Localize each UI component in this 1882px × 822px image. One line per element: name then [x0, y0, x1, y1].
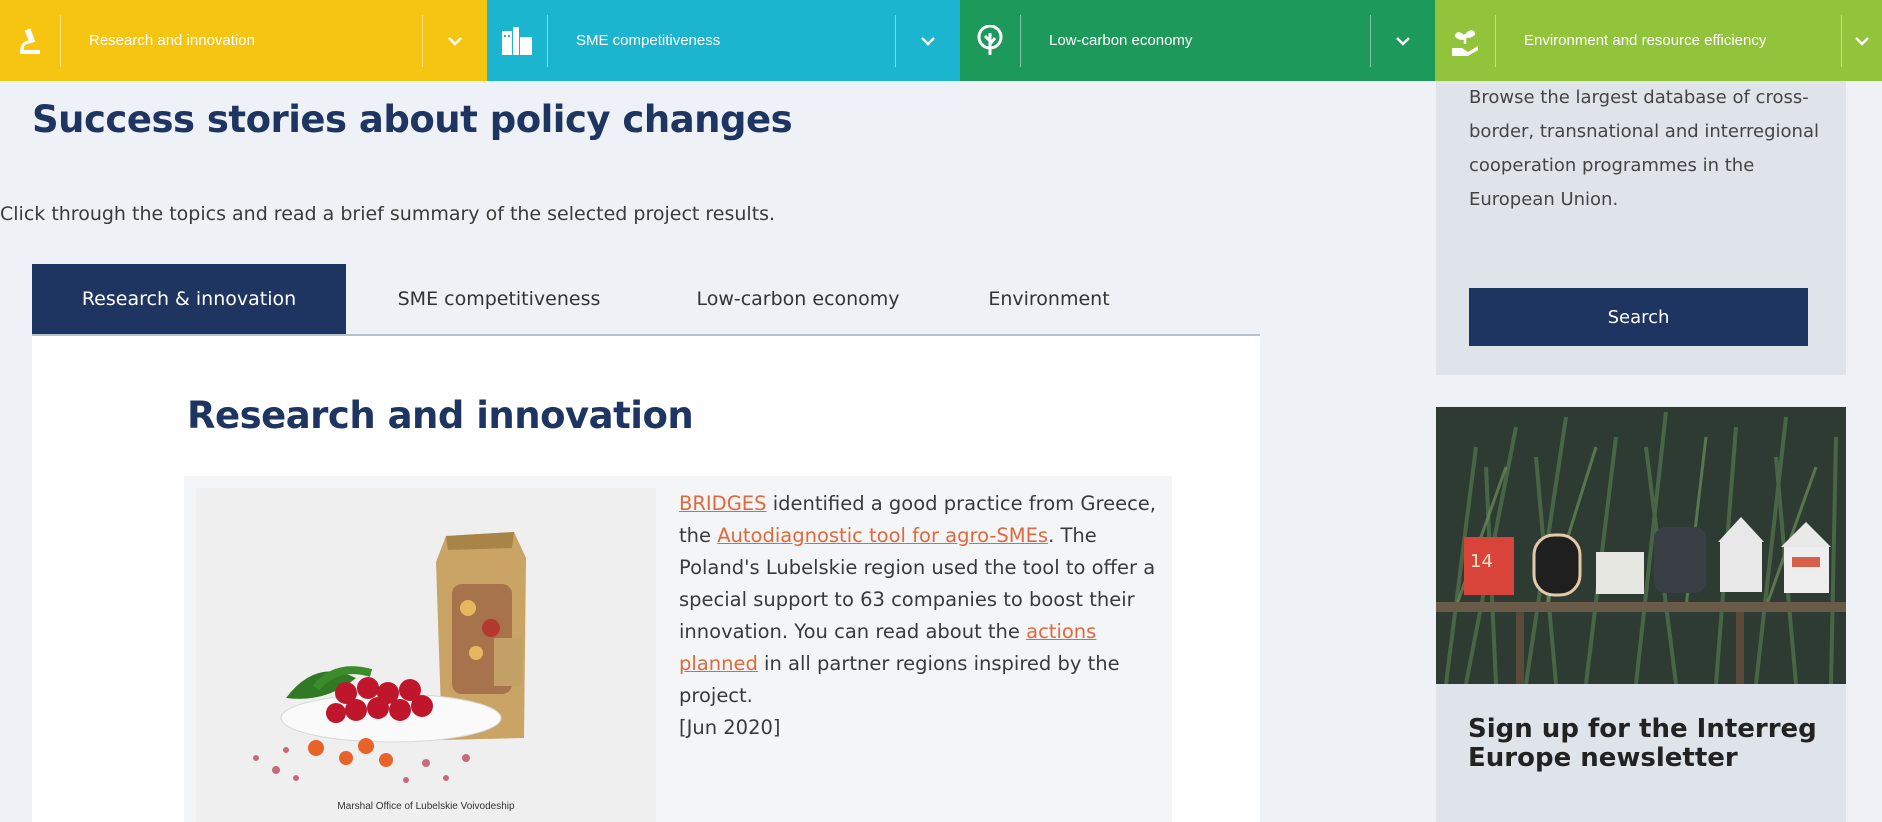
image-caption: Marshal Office of Lubelskie Voivodeship [337, 801, 515, 812]
nav-item-research[interactable]: Research and innovation [0, 0, 487, 81]
microscope-icon [0, 0, 60, 81]
search-button[interactable]: Search [1469, 288, 1808, 346]
story-text: BRIDGES identified a good practice from … [679, 488, 1159, 744]
mailboxes-image: 14 [1436, 407, 1846, 684]
tab-low-carbon-economy[interactable]: Low-carbon economy [652, 264, 944, 334]
topic-tabs: Research & innovation SME competitivenes… [32, 264, 1260, 336]
nav-label: SME competitiveness [576, 32, 721, 49]
chevron-down-icon[interactable] [896, 0, 960, 81]
buildings-icon [487, 0, 547, 81]
chevron-down-icon[interactable] [423, 0, 487, 81]
tab-environment[interactable]: Environment [944, 264, 1154, 334]
programme-description: Browse the largest database of cross-bor… [1469, 87, 1819, 210]
section-title: Research and innovation [187, 394, 694, 437]
tab-panel: Research and innovation Marshal Office o… [32, 336, 1260, 822]
nav-item-environment[interactable]: Environment and resource efficiency [1435, 0, 1882, 81]
chevron-down-icon[interactable] [1371, 0, 1435, 81]
tab-research-innovation[interactable]: Research & innovation [32, 264, 346, 334]
tab-sme-competitiveness[interactable]: SME competitiveness [346, 264, 652, 334]
mailbox-number: 14 [1470, 551, 1493, 572]
hand-plant-icon [1435, 0, 1495, 81]
newsletter-card[interactable]: 14 Sign up for the Interreg Europe newsl… [1436, 407, 1846, 822]
newsletter-title: Sign up for the Interreg Europe newslett… [1468, 714, 1817, 773]
story-image: Marshal Office of Lubelskie Voivodeship [196, 488, 656, 822]
bridges-link[interactable]: BRIDGES [679, 492, 767, 515]
page-title: Success stories about policy changes [32, 98, 793, 141]
intro-text: Click through the topics and read a brie… [0, 203, 776, 225]
story-date: [Jun 2020] [679, 716, 781, 739]
nav-item-sme[interactable]: SME competitiveness [487, 0, 960, 81]
chevron-down-icon[interactable] [1842, 0, 1882, 81]
nav-label: Environment and resource efficiency [1524, 32, 1767, 49]
tree-icon [960, 0, 1020, 81]
top-navigation: Research and innovation SME competitiven… [0, 0, 1882, 81]
programme-search-box: Browse the largest database of cross-bor… [1436, 81, 1846, 375]
story-card: Marshal Office of Lubelskie Voivodeship … [184, 476, 1172, 822]
nav-item-low-carbon[interactable]: Low-carbon economy [960, 0, 1435, 81]
autodiagnostic-tool-link[interactable]: Autodiagnostic tool for agro-SMEs [717, 524, 1048, 547]
nav-label: Research and innovation [89, 32, 255, 49]
nav-label: Low-carbon economy [1049, 32, 1193, 49]
